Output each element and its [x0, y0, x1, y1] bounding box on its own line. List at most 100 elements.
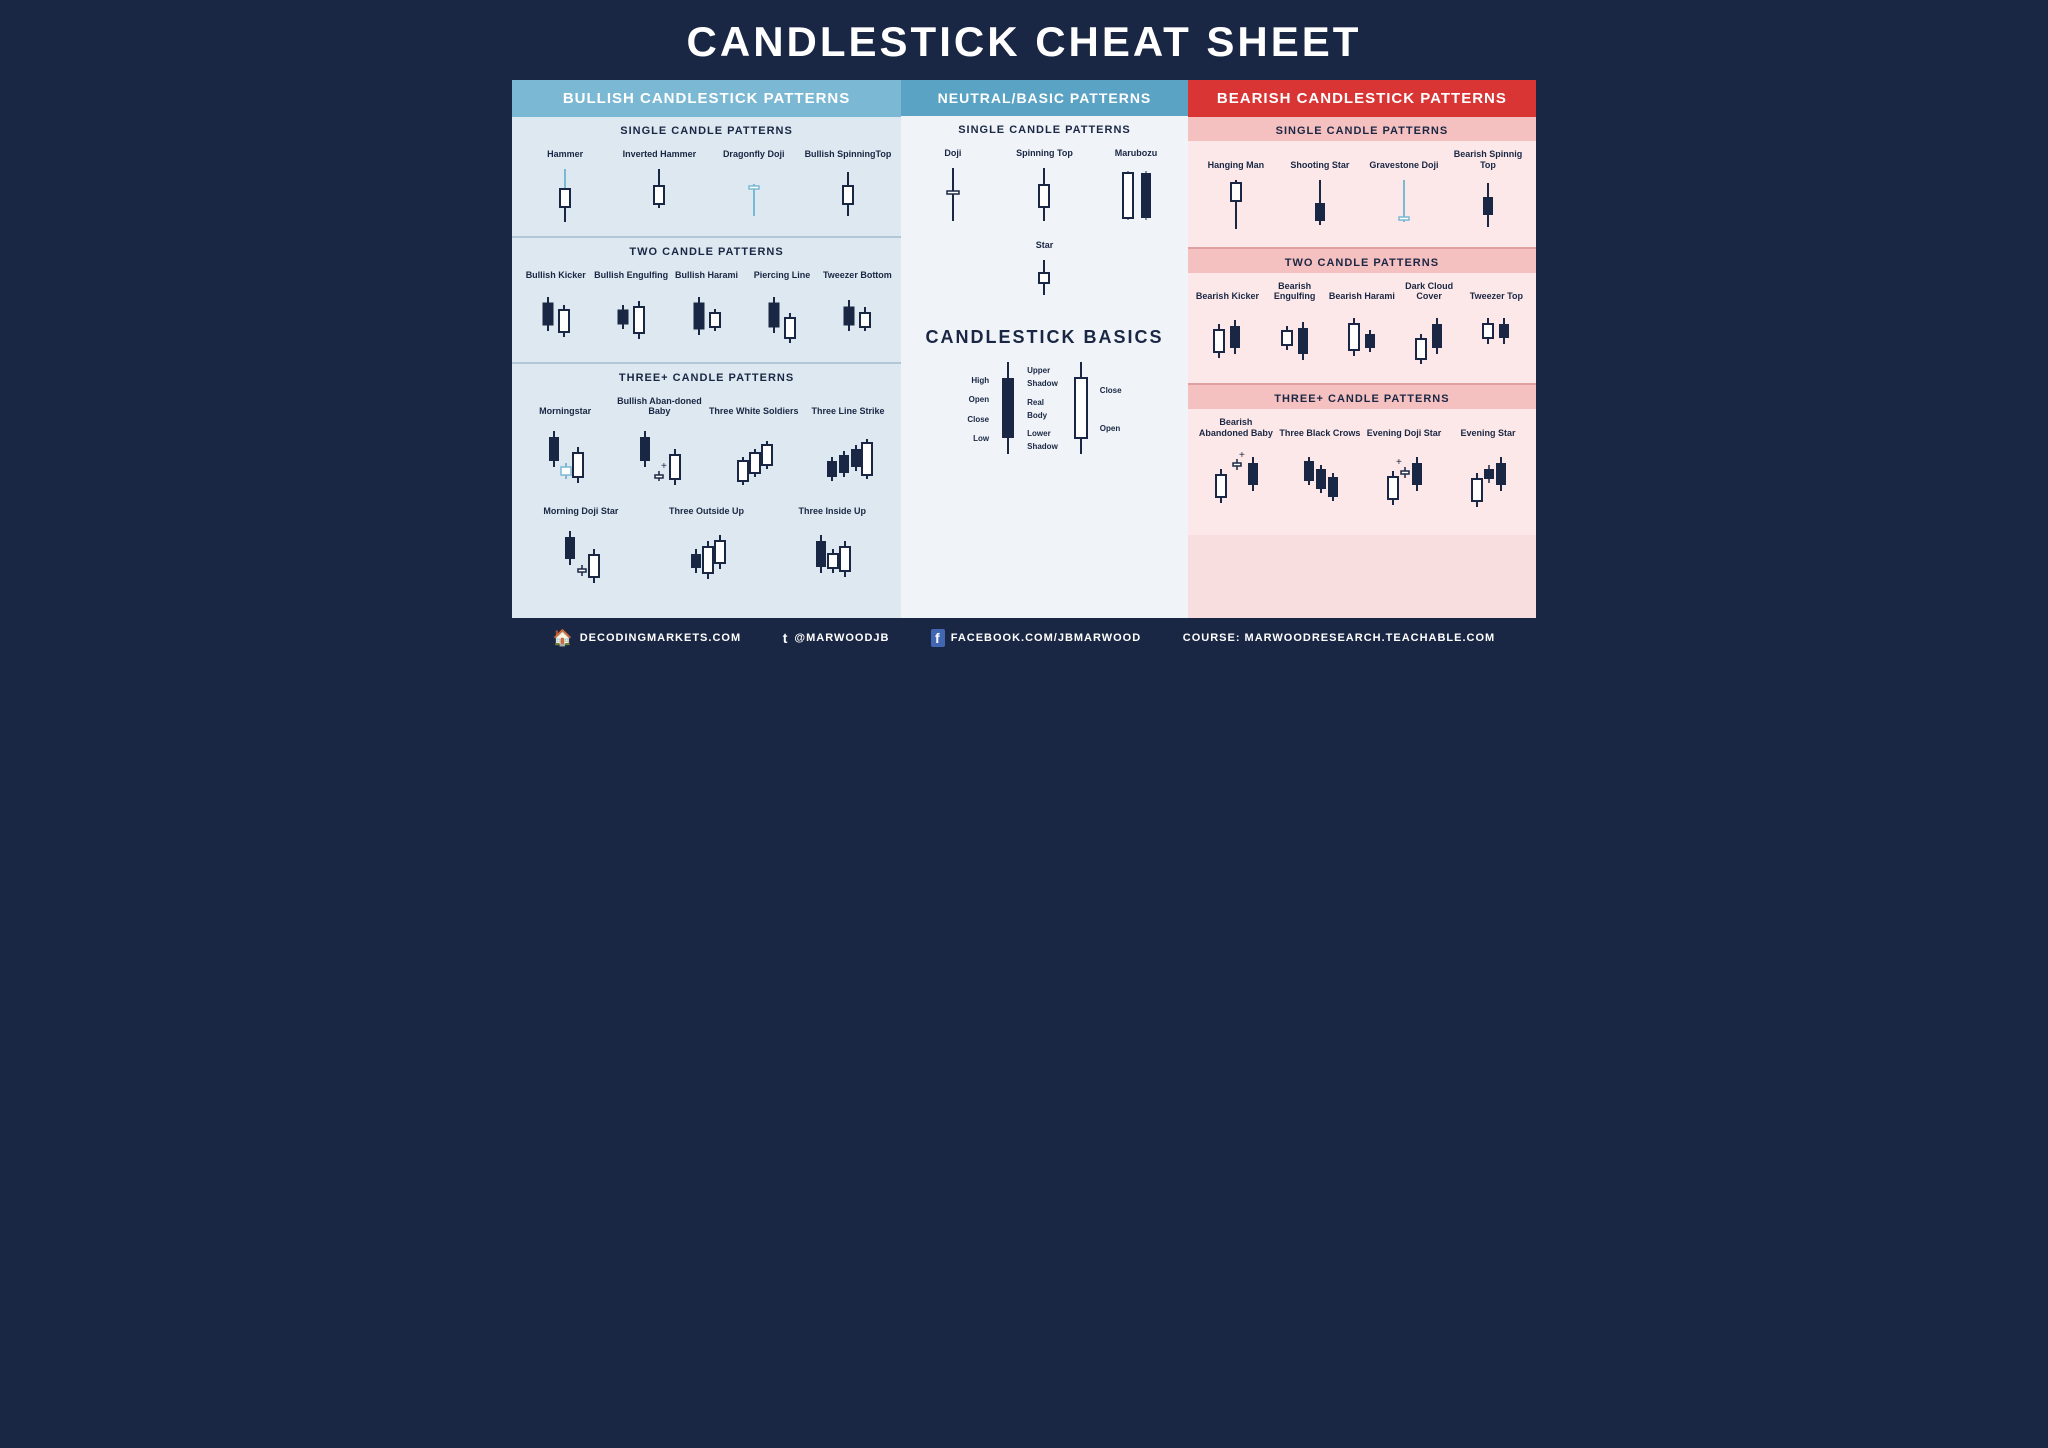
pattern-inverted-hammer: Inverted Hammer [612, 149, 706, 224]
dragonfly-doji-candle [740, 164, 768, 224]
basics-bear-candle [993, 360, 1023, 460]
svg-text:+: + [1239, 450, 1245, 461]
three-line-strike-candle [823, 421, 873, 496]
home-icon: 🏠 [553, 628, 574, 648]
facebook-icon: f [931, 629, 945, 647]
pattern-bearish-engulfing: Bearish Engulfing [1261, 281, 1328, 372]
svg-text:+: + [661, 461, 667, 472]
tweezer-top-candle [1478, 306, 1514, 371]
footer-item-twitter: t @MARWOODJB [783, 630, 890, 646]
evening-doji-star-candle: + [1383, 443, 1425, 523]
bearish-header: BEARISH CANDLESTICK PATTERNS [1188, 80, 1536, 117]
piercing-line-candle [764, 285, 800, 350]
footer-facebook-text: FACEBOOK.COM/JBMARWOOD [951, 632, 1141, 644]
bearish-column: BEARISH CANDLESTICK PATTERNS SINGLE CAND… [1188, 80, 1536, 618]
pattern-evening-doji-star: Evening Doji Star + [1362, 428, 1446, 523]
pattern-three-line-strike: Three Line Strike [801, 406, 895, 496]
pattern-three-outside-up: Three Outside Up [644, 506, 770, 596]
main-title: CANDLESTICK CHEAT SHEET [512, 0, 1536, 80]
footer-website-text: DECODINGMARKETS.COM [580, 632, 741, 644]
pattern-shooting-star: Shooting Star [1278, 160, 1362, 235]
footer-course-text: COURSE: MARWOODRESEARCH.TEACHABLE.COM [1183, 632, 1495, 644]
gravestone-doji-candle [1390, 175, 1418, 235]
hanging-man-candle [1222, 175, 1250, 235]
pattern-bullish-abandoned-baby: Bullish Aban-doned Baby + [612, 396, 706, 497]
pattern-star: Star [907, 240, 1182, 305]
neutral-single-patterns: Doji Spinning Top [905, 146, 1184, 232]
pattern-three-black-crows: Three Black Crows [1278, 428, 1362, 523]
pattern-bullish-spinning-top: Bullish SpinningTop [801, 149, 895, 224]
pattern-dragonfly-doji: Dragonfly Doji [707, 149, 801, 224]
pattern-three-inside-up: Three Inside Up [769, 506, 895, 596]
bearish-three-patterns: Bearish Abandoned Baby + [1192, 415, 1532, 527]
three-black-crows-candle [1299, 443, 1341, 523]
pattern-hammer: Hammer [518, 149, 612, 224]
bullish-single-patterns: Hammer Inverted Hammer [516, 147, 897, 228]
bullish-two-title: TWO CANDLE PATTERNS [512, 238, 901, 262]
bearish-spinning-top-candle [1474, 175, 1502, 235]
bullish-single-title: SINGLE CANDLE PATTERNS [512, 117, 901, 141]
basics-open-label: Open [967, 390, 989, 409]
bearish-kicker-candle [1209, 306, 1245, 371]
bullish-three-title: THREE+ CANDLE PATTERNS [512, 364, 901, 388]
bearish-single-title: SINGLE CANDLE PATTERNS [1188, 117, 1536, 141]
pattern-gravestone-doji: Gravestone Doji [1362, 160, 1446, 235]
pattern-bullish-engulfing: Bullish Engulfing [593, 270, 668, 350]
bullish-three-patterns: Morningstar Bullish Aban [516, 394, 897, 501]
three-inside-up-candle [811, 521, 853, 596]
pattern-dark-cloud-cover: Dark Cloud Cover [1396, 281, 1463, 372]
pattern-piercing-line: Piercing Line [744, 270, 819, 350]
morningstar-candle [544, 421, 586, 496]
basics-open-right-label: Open [1100, 419, 1122, 438]
pattern-evening-star: Evening Star [1446, 428, 1530, 523]
bullish-two-patterns: Bullish Kicker Bullish Engulfing [516, 268, 897, 354]
pattern-hanging-man: Hanging Man [1194, 160, 1278, 235]
evening-star-candle [1467, 443, 1509, 523]
tweezer-bottom-candle [839, 285, 875, 350]
bearish-two-title: TWO CANDLE PATTERNS [1188, 249, 1536, 273]
pattern-tweezer-top: Tweezer Top [1463, 291, 1530, 371]
svg-text:+: + [1396, 457, 1402, 468]
bearish-three-title: THREE+ CANDLE PATTERNS [1188, 385, 1536, 409]
footer: 🏠 DECODINGMARKETS.COM t @MARWOODJB f FAC… [512, 618, 1536, 658]
three-white-soldiers-candle [733, 421, 775, 496]
neutral-single-title: SINGLE CANDLE PATTERNS [901, 116, 1188, 140]
basics-high-label: High [967, 371, 989, 390]
pattern-morning-doji-star: Morning Doji Star [518, 506, 644, 596]
pattern-bearish-kicker: Bearish Kicker [1194, 291, 1261, 371]
bearish-two-patterns: Bearish Kicker Bearish Engulfing [1192, 279, 1532, 376]
pattern-bearish-spinning-top: Bearish Spinnig Top [1446, 149, 1530, 235]
pattern-bearish-harami: Bearish Harami [1328, 291, 1395, 371]
neutral-column: NEUTRAL/BASIC PATTERNS SINGLE CANDLE PAT… [901, 80, 1188, 618]
spinning-top-candle [1030, 163, 1058, 228]
morning-doji-star-candle [560, 521, 602, 596]
basics-title: CANDLESTICK BASICS [909, 327, 1180, 348]
pattern-spinning-top: Spinning Top [999, 148, 1091, 228]
basics-close-label: Close [967, 410, 989, 429]
shooting-star-candle [1306, 175, 1334, 235]
footer-item-website: 🏠 DECODINGMARKETS.COM [553, 628, 741, 648]
pattern-marubozu: Marubozu [1090, 148, 1182, 228]
bullish-spinning-top-candle [834, 164, 862, 224]
bearish-abandoned-baby-candle: + [1211, 443, 1261, 523]
three-outside-up-candle [686, 521, 728, 596]
basics-low-label: Low [967, 429, 989, 448]
bullish-abandoned-baby-candle: + [635, 421, 683, 496]
neutral-star-pattern: Star [905, 238, 1184, 309]
bullish-column: BULLISH CANDLESTICK PATTERNS SINGLE CAND… [512, 80, 901, 618]
pattern-bullish-kicker: Bullish Kicker [518, 270, 593, 350]
bearish-harami-candle [1344, 306, 1380, 371]
hammer-candle [551, 164, 579, 224]
neutral-header: NEUTRAL/BASIC PATTERNS [901, 80, 1188, 116]
pattern-three-white-soldiers: Three White Soldiers [707, 406, 801, 496]
bullish-harami-candle [689, 285, 725, 350]
star-candle [1030, 255, 1058, 305]
pattern-doji: Doji [907, 148, 999, 228]
twitter-icon: t [783, 630, 789, 646]
pattern-morningstar: Morningstar [518, 406, 612, 496]
basics-bull-candle [1066, 360, 1096, 460]
doji-candle [939, 163, 967, 228]
pattern-bearish-abandoned-baby: Bearish Abandoned Baby + [1194, 417, 1278, 523]
footer-item-facebook: f FACEBOOK.COM/JBMARWOOD [931, 629, 1141, 647]
basics-close-right-label: Close [1100, 381, 1122, 400]
